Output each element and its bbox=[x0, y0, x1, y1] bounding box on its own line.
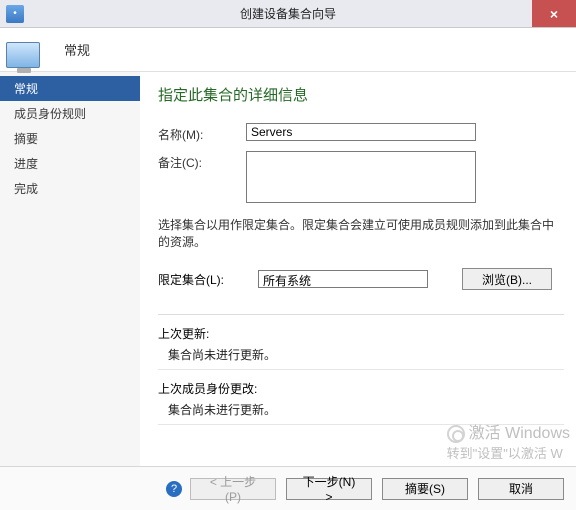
content-area: 常规 成员身份规则 摘要 进度 完成 指定此集合的详细信息 名称(M): 备注(… bbox=[0, 72, 576, 466]
name-row: 名称(M): bbox=[158, 123, 564, 143]
browse-button[interactable]: 浏览(B)... bbox=[462, 268, 552, 290]
sidebar-item-summary[interactable]: 摘要 bbox=[0, 126, 140, 151]
sidebar-item-label: 完成 bbox=[14, 182, 38, 196]
sidebar-item-label: 成员身份规则 bbox=[14, 107, 86, 121]
last-update-body: 集合尚未进行更新。 bbox=[158, 344, 564, 369]
sidebar-item-label: 进度 bbox=[14, 157, 38, 171]
name-input[interactable] bbox=[246, 123, 476, 141]
window-title: 创建设备集合向导 bbox=[0, 5, 576, 22]
wizard-banner: 常规 bbox=[0, 28, 576, 72]
separator bbox=[158, 314, 564, 315]
separator bbox=[158, 369, 564, 370]
sidebar-item-label: 摘要 bbox=[14, 132, 38, 146]
summary-button[interactable]: 摘要(S) bbox=[382, 478, 468, 500]
limiting-collection-row: 限定集合(L): 所有系统 浏览(B)... bbox=[158, 268, 564, 290]
cancel-button[interactable]: 取消 bbox=[478, 478, 564, 500]
title-bar: • 创建设备集合向导 × bbox=[0, 0, 576, 28]
last-update-group: 上次更新: 集合尚未进行更新。 bbox=[158, 325, 564, 369]
help-icon[interactable]: ? bbox=[166, 481, 182, 497]
banner-title: 常规 bbox=[64, 40, 90, 59]
page-heading: 指定此集合的详细信息 bbox=[158, 84, 564, 105]
name-label: 名称(M): bbox=[158, 123, 246, 143]
sidebar-item-label: 常规 bbox=[14, 82, 38, 96]
wizard-steps-sidebar: 常规 成员身份规则 摘要 进度 完成 bbox=[0, 72, 140, 466]
wizard-footer: ? < 上一步(P) 下一步(N) > 摘要(S) 取消 bbox=[0, 466, 576, 510]
limiting-collection-label: 限定集合(L): bbox=[158, 271, 246, 288]
comment-textarea[interactable] bbox=[246, 151, 476, 203]
main-panel: 指定此集合的详细信息 名称(M): 备注(C): 选择集合以用作限定集合。限定集… bbox=[140, 72, 576, 466]
sidebar-item-progress[interactable]: 进度 bbox=[0, 151, 140, 176]
last-change-title: 上次成员身份更改: bbox=[158, 380, 564, 397]
last-update-title: 上次更新: bbox=[158, 325, 564, 342]
limiting-collection-display: 所有系统 bbox=[258, 270, 428, 288]
last-change-group: 上次成员身份更改: 集合尚未进行更新。 bbox=[158, 380, 564, 424]
sidebar-item-general[interactable]: 常规 bbox=[0, 76, 140, 101]
comment-row: 备注(C): bbox=[158, 151, 564, 206]
computer-icon bbox=[6, 32, 46, 68]
sidebar-item-membership-rules[interactable]: 成员身份规则 bbox=[0, 101, 140, 126]
separator bbox=[158, 424, 564, 425]
next-button[interactable]: 下一步(N) > bbox=[286, 478, 372, 500]
instruction-text: 选择集合以用作限定集合。限定集合会建立可使用成员规则添加到此集合中的资源。 bbox=[158, 216, 564, 250]
sidebar-item-completion[interactable]: 完成 bbox=[0, 176, 140, 201]
last-change-body: 集合尚未进行更新。 bbox=[158, 399, 564, 424]
previous-button[interactable]: < 上一步(P) bbox=[190, 478, 276, 500]
comment-label: 备注(C): bbox=[158, 151, 246, 171]
